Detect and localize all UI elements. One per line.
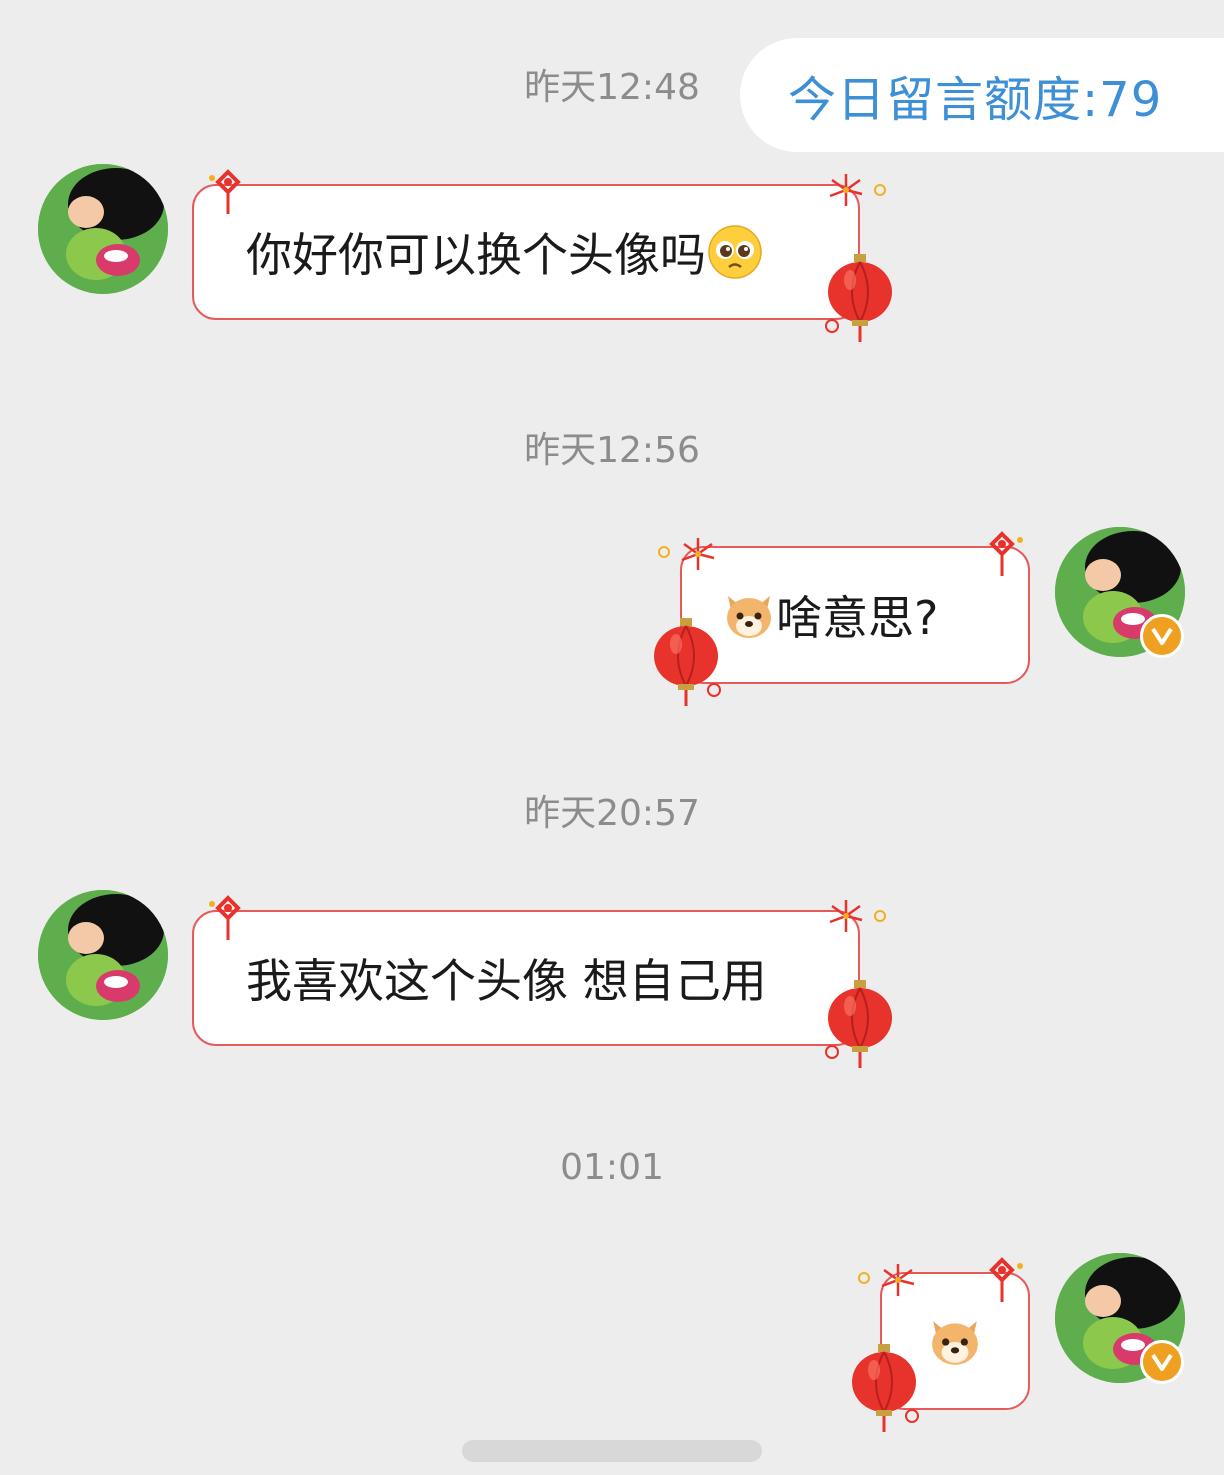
verified-badge-icon (1140, 1340, 1184, 1384)
chinese-knot-icon (989, 1257, 1023, 1302)
chinese-knot-icon (989, 531, 1023, 576)
firework-icon (829, 900, 886, 932)
firework-icon (658, 538, 715, 570)
verified-badge-icon (1140, 614, 1184, 658)
lantern-icon (825, 254, 892, 342)
avatar[interactable] (38, 164, 168, 294)
message-bubble-received[interactable]: 我喜欢这个头像 想自己用 (192, 910, 860, 1046)
pleading-face-emoji (708, 225, 762, 279)
message-text: 啥意思? (776, 591, 939, 645)
timestamp: 昨天20:57 (524, 793, 700, 834)
timestamp: 01:01 (560, 1147, 664, 1188)
firework-icon (858, 1264, 915, 1296)
lantern-icon (654, 618, 721, 706)
avatar-image (38, 164, 168, 294)
message-text: 我喜欢这个头像 想自己用 (246, 954, 767, 1008)
message-text: 你好你可以换个头像吗 (246, 228, 706, 282)
avatar[interactable] (38, 890, 168, 1020)
shiba-dog-emoji (727, 596, 771, 638)
firework-icon (829, 174, 886, 206)
home-indicator (462, 1440, 762, 1462)
timestamp: 昨天12:48 (524, 67, 700, 108)
chinese-knot-icon (209, 169, 241, 214)
timestamp: 昨天12:56 (524, 430, 700, 471)
shiba-dog-emoji (932, 1321, 978, 1365)
lantern-icon (852, 1344, 919, 1432)
avatar-image (38, 890, 168, 1020)
chinese-knot-icon (209, 895, 241, 940)
message-bubble-received[interactable]: 你好你可以换个头像吗 (192, 184, 860, 320)
lantern-icon (825, 980, 892, 1068)
